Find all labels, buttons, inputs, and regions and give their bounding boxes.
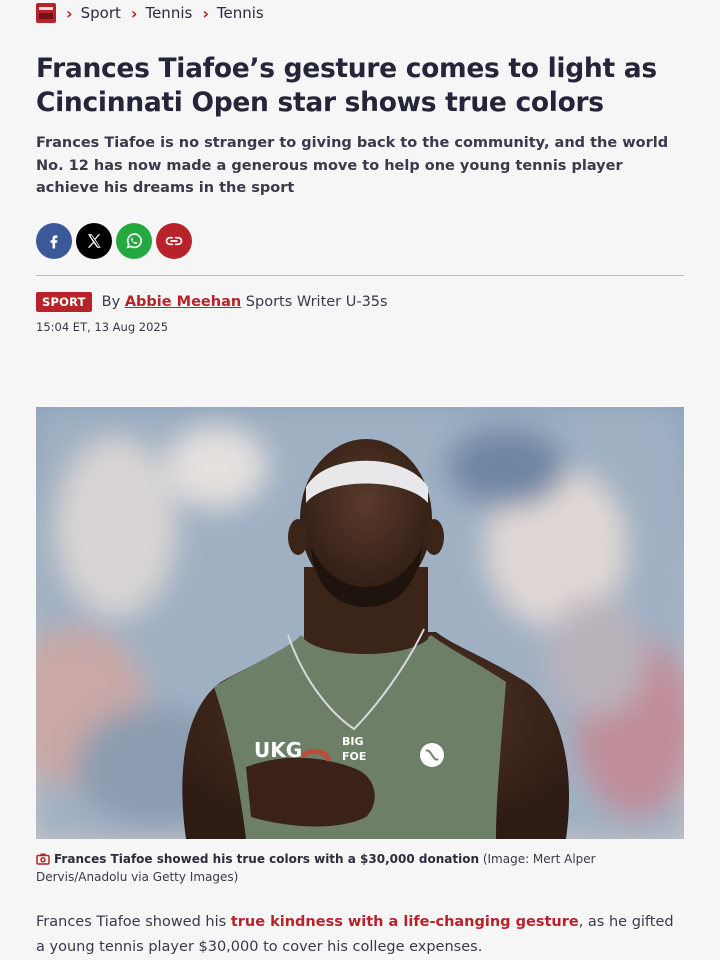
caption-text: Frances Tiafoe showed his true colors wi… bbox=[54, 852, 479, 866]
breadcrumb-sport[interactable]: Sport bbox=[81, 4, 121, 22]
link-icon bbox=[165, 236, 183, 246]
x-icon bbox=[87, 234, 101, 248]
breadcrumb-tennis[interactable]: Tennis bbox=[145, 4, 192, 22]
author-link[interactable]: Abbie Meehan bbox=[125, 294, 241, 310]
shirt-logo-ukg: UKG bbox=[254, 738, 302, 762]
facebook-icon bbox=[50, 235, 58, 249]
inline-link[interactable]: true kindness with a life-changing gestu… bbox=[231, 914, 579, 930]
divider bbox=[36, 275, 684, 276]
article-standfirst: Frances Tiafoe is no stranger to giving … bbox=[36, 135, 669, 196]
chevron-right-icon: › bbox=[202, 3, 209, 23]
whatsapp-icon bbox=[126, 233, 142, 249]
publish-timestamp: 15:04 ET, 13 Aug 2025 bbox=[36, 320, 169, 334]
share-facebook-button[interactable] bbox=[36, 223, 72, 259]
by-prefix: By bbox=[101, 294, 121, 310]
chevron-right-icon: › bbox=[66, 3, 73, 23]
body-text-pre: Frances Tiafoe showed his bbox=[36, 914, 231, 930]
breadcrumb-tennis-current[interactable]: Tennis bbox=[217, 4, 264, 22]
article-headline: Frances Tiafoe’s gesture comes to light … bbox=[36, 53, 657, 118]
camera-icon bbox=[36, 853, 50, 865]
share-bar bbox=[36, 223, 192, 259]
pendant-big: BIG bbox=[342, 735, 364, 748]
image-caption: Frances Tiafoe showed his true colors wi… bbox=[36, 850, 684, 886]
breadcrumb: › Sport › Tennis › Tennis bbox=[36, 2, 264, 24]
hero-image: UKG BIG FOE bbox=[36, 407, 684, 839]
site-logo[interactable] bbox=[36, 3, 56, 23]
share-x-button[interactable] bbox=[76, 223, 112, 259]
pendant-foe: FOE bbox=[342, 750, 366, 763]
byline: SPORT By Abbie Meehan Sports Writer U-35… bbox=[36, 292, 388, 312]
section-tag[interactable]: SPORT bbox=[36, 292, 92, 312]
author-role: Sports Writer U-35s bbox=[245, 294, 388, 310]
byline-text: By Abbie Meehan Sports Writer U-35s bbox=[102, 294, 388, 310]
share-whatsapp-button[interactable] bbox=[116, 223, 152, 259]
copy-link-button[interactable] bbox=[156, 223, 192, 259]
article-body-paragraph: Frances Tiafoe showed his true kindness … bbox=[36, 910, 676, 960]
chevron-right-icon: › bbox=[130, 3, 138, 23]
